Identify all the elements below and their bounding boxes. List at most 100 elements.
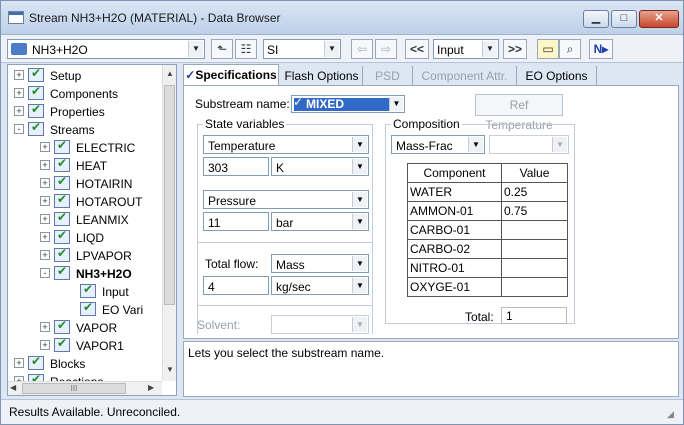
component-value-cell[interactable]: 0.25: [501, 182, 568, 202]
maximize-button[interactable]: □: [611, 10, 637, 28]
folder-check-icon: [54, 264, 70, 280]
tree-item[interactable]: - NH3+H2O: [8, 264, 164, 283]
expand-icon[interactable]: +: [40, 214, 50, 224]
component-value-cell[interactable]: [501, 239, 568, 259]
total-flow-basis-dropdown[interactable]: Mass ▼: [271, 254, 369, 273]
tree-item[interactable]: + VAPOR1: [8, 336, 164, 355]
minimize-button[interactable]: ▁: [583, 10, 609, 28]
composition-units-dropdown[interactable]: ▼: [489, 135, 569, 154]
tree-item[interactable]: + Components: [8, 84, 164, 103]
tree-item[interactable]: + HOTAROUT: [8, 192, 164, 211]
folder-check-icon: [54, 210, 70, 226]
tree-item[interactable]: + Setup: [8, 66, 164, 85]
tree-item[interactable]: + LEANMIX: [8, 210, 164, 229]
status-button[interactable]: ⌕: [559, 39, 581, 59]
tree-item-label: VAPOR1: [76, 339, 124, 353]
close-button[interactable]: ✕: [639, 10, 679, 28]
tree-item[interactable]: + HEAT: [8, 156, 164, 175]
total-flow-unit-dropdown[interactable]: kg/sec ▼: [271, 276, 369, 295]
expand-icon[interactable]: +: [14, 88, 24, 98]
component-name-cell: NITRO-01: [407, 258, 502, 278]
tree-horizontal-scrollbar[interactable]: ◀ III ▶: [8, 381, 162, 395]
check-icon: ✓: [293, 95, 304, 109]
object-selector-dropdown[interactable]: NH3+H2O ▼: [7, 39, 205, 59]
chevron-up-icon[interactable]: ▲: [166, 69, 174, 78]
tab-specifications[interactable]: ✓Specifications: [183, 64, 279, 87]
component-value-cell[interactable]: [501, 258, 568, 278]
next-form-button[interactable]: >>: [503, 39, 527, 59]
chevron-left-icon[interactable]: ◀: [10, 383, 16, 392]
tree-scroll-thumb[interactable]: [164, 85, 175, 305]
notes-button[interactable]: ▭: [537, 39, 559, 59]
expand-icon[interactable]: +: [40, 322, 50, 332]
state-var2-dropdown[interactable]: Pressure ▼: [203, 190, 369, 209]
state-var1-dropdown[interactable]: Temperature ▼: [203, 135, 369, 154]
tree-item[interactable]: + Properties: [8, 102, 164, 121]
pressure-field[interactable]: 11: [203, 212, 269, 231]
tree-item-label: LEANMIX: [76, 213, 129, 227]
units-dropdown[interactable]: SI ▼: [263, 39, 341, 59]
tab-eo-options[interactable]: EO Options: [517, 66, 597, 86]
previous-form-button[interactable]: <<: [405, 39, 429, 59]
tree-item[interactable]: - Streams: [8, 120, 164, 139]
folder-check-icon: [28, 102, 44, 118]
back-button[interactable]: ⇦: [351, 39, 373, 59]
total-flow-value: 4: [208, 280, 215, 294]
composition-basis-dropdown[interactable]: Mass-Frac ▼: [391, 135, 485, 154]
tree-item[interactable]: + HOTAIRIN: [8, 174, 164, 193]
temperature-field[interactable]: 303: [203, 157, 269, 176]
collapse-icon[interactable]: -: [40, 268, 50, 278]
check-icon: ✓: [185, 68, 196, 82]
tree-item[interactable]: + LPVAPOR: [8, 246, 164, 265]
temperature-unit-dropdown[interactable]: K ▼: [271, 157, 369, 176]
state-var1-name: Temperature: [208, 139, 276, 153]
object-selector-value: NH3+H2O: [32, 43, 88, 57]
expand-icon[interactable]: +: [14, 358, 24, 368]
expand-icon[interactable]: +: [40, 178, 50, 188]
tab-component-attr[interactable]: Component Attr.: [413, 66, 517, 86]
solvent-dropdown[interactable]: ▼: [271, 315, 369, 334]
arrow-left-icon: ⇦: [356, 42, 368, 56]
expand-icon[interactable]: +: [40, 232, 50, 242]
tree-item[interactable]: + LIQD: [8, 228, 164, 247]
substream-dropdown[interactable]: MIXED ✓ ▼: [291, 95, 405, 113]
next-step-button[interactable]: N▸: [589, 39, 613, 59]
expand-icon[interactable]: +: [40, 160, 50, 170]
tree-vertical-scrollbar[interactable]: ▲ ▼: [162, 65, 176, 381]
status-bar: Results Available. Unreconciled. ◢: [1, 399, 683, 424]
total-field: 1: [501, 307, 567, 324]
folder-check-icon: [80, 300, 96, 316]
chevron-down-icon[interactable]: ▼: [166, 365, 174, 374]
pressure-unit-dropdown[interactable]: bar ▼: [271, 212, 369, 231]
expand-icon[interactable]: +: [14, 106, 24, 116]
tab-psd[interactable]: PSD: [363, 66, 413, 86]
tab-flash-options[interactable]: Flash Options: [281, 66, 363, 86]
chevron-right-icon[interactable]: ▶: [148, 383, 154, 392]
folder-check-icon: [54, 228, 70, 244]
expand-icon[interactable]: +: [40, 196, 50, 206]
expand-icon[interactable]: +: [40, 340, 50, 350]
chevron-down-icon: ▼: [482, 41, 497, 57]
tree-item[interactable]: + Blocks: [8, 354, 164, 373]
expand-icon[interactable]: +: [40, 250, 50, 260]
forward-button[interactable]: ⇨: [375, 39, 397, 59]
expand-icon[interactable]: +: [40, 142, 50, 152]
tree-item[interactable]: + VAPOR: [8, 318, 164, 337]
ref-temperature-button[interactable]: Ref Temperature: [475, 94, 563, 132]
up-folder-button[interactable]: ⬑: [211, 39, 233, 59]
component-value-cell[interactable]: 0.75: [501, 201, 568, 221]
tree-item[interactable]: Input: [8, 282, 164, 301]
tree-item[interactable]: EO Vari: [8, 300, 164, 319]
total-flow-field[interactable]: 4: [203, 276, 269, 295]
resize-grip-icon[interactable]: ◢: [667, 409, 679, 421]
expand-icon[interactable]: +: [14, 70, 24, 80]
component-value-cell[interactable]: [501, 220, 568, 240]
tree-hscroll-thumb[interactable]: III: [22, 383, 126, 394]
form-dropdown[interactable]: Input ▼: [433, 39, 499, 59]
tree-view-button[interactable]: ☷: [235, 39, 257, 59]
component-value-cell[interactable]: [501, 277, 568, 297]
tree-item[interactable]: + ELECTRIC: [8, 138, 164, 157]
collapse-icon[interactable]: -: [14, 124, 24, 134]
navigation-tree[interactable]: +Setup+Components+Properties-Streams+ELE…: [7, 64, 177, 396]
chevron-down-icon: ▼: [324, 41, 339, 57]
